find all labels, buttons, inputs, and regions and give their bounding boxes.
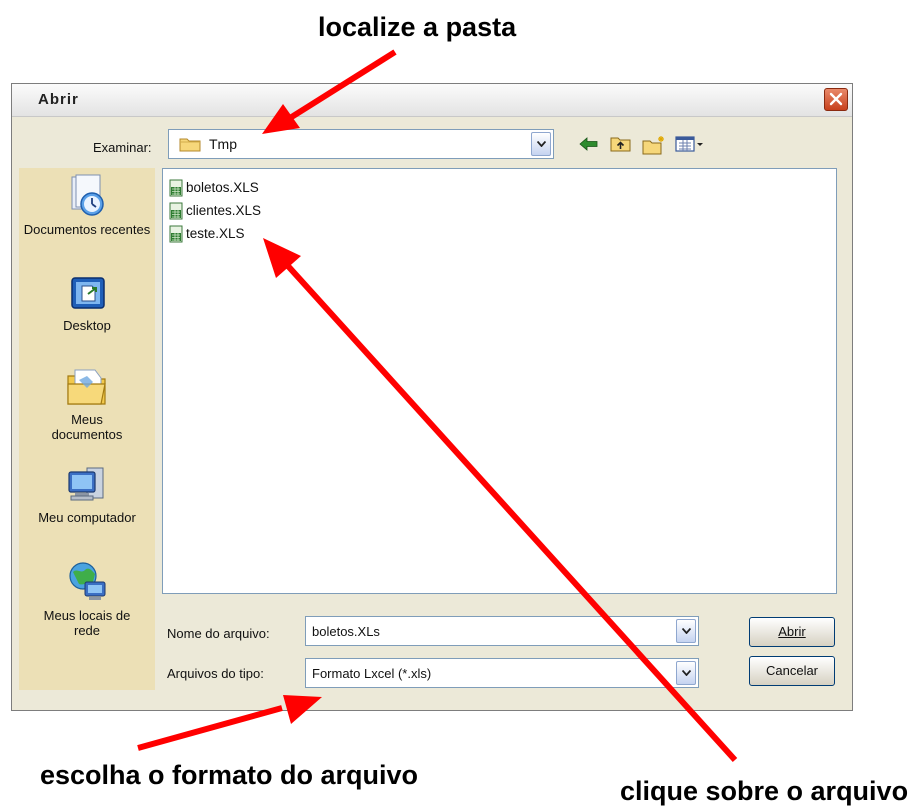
annotation-arrows — [137, 49, 738, 763]
arrow-to-folder — [262, 49, 397, 134]
arrow-to-file — [263, 238, 738, 763]
arrow-to-file-type — [137, 695, 322, 751]
